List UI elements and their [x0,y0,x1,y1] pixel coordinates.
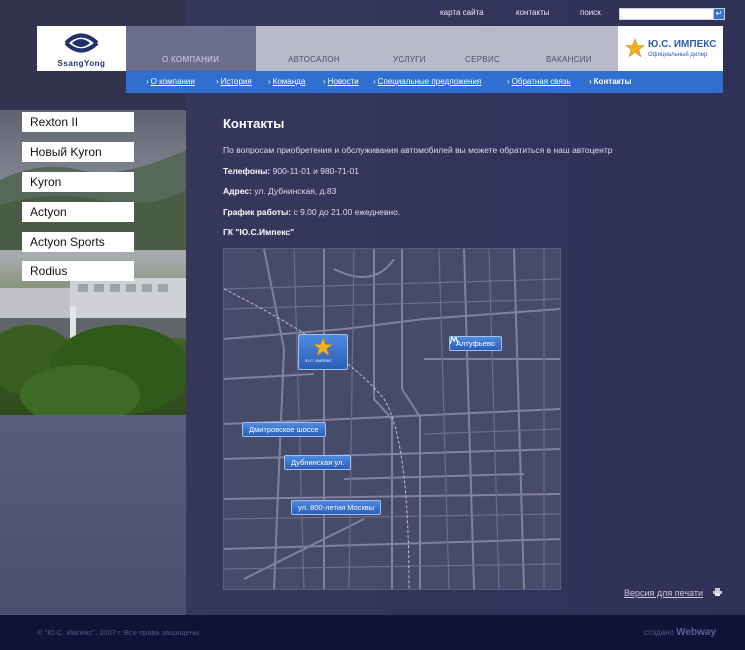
phones-label: Телефоны: [223,166,271,176]
nav-services[interactable]: УСЛУГИ [393,55,426,64]
model-actyon-sports[interactable]: Actyon Sports [22,232,134,252]
contacts-link[interactable]: контакты [516,8,549,17]
nav-jobs[interactable]: ВАКАНСИИ [546,55,592,64]
printer-icon[interactable] [713,588,722,596]
main-nav-active-bg [126,26,256,71]
phones-value: 900-11-01 и 980-71-01 [270,166,359,176]
impex-subtitle: Официальный дилер [648,52,708,58]
company-line: ГК "Ю.С.Импекс" [223,227,294,237]
left-bottom-panel [0,415,186,615]
search-input[interactable] [619,8,715,20]
ssangyong-emblem-icon [64,33,99,53]
model-rodius[interactable]: Rodius [22,261,134,281]
address-label: Адрес: [223,186,252,196]
print-version-link[interactable]: Версия для печати [624,588,703,598]
subnav-team[interactable]: Команда [268,77,306,86]
made-by-brand: Webway [676,627,717,638]
subnav-about[interactable]: О компании [146,77,195,86]
made-by-prefix: создано [644,628,674,637]
sitemap-link[interactable]: карта сайта [440,8,484,17]
made-by-link[interactable]: создано Webway [644,627,716,638]
office-marker[interactable]: Ю.С. ИМПЕКС [298,334,348,370]
copyright-text: © "Ю.С. Импекс", 2007 г. Все права защищ… [37,628,200,637]
hours-line: График работы: с 9.00 до 21.00 ежедневно… [223,207,400,217]
hours-value: с 9.00 до 21.00 ежедневно. [291,207,401,217]
metro-marker[interactable]: Алтуфьево [449,336,502,351]
ssangyong-logo[interactable]: SsangYong [37,26,126,71]
address-line: Адрес: ул. Дубнинская, д.83 [223,186,336,196]
office-marker-label: Ю.С. ИМПЕКС [305,358,333,363]
model-rexton-ii[interactable]: Rexton II [22,112,134,132]
subnav-contacts[interactable]: Контакты [589,77,632,86]
nav-about[interactable]: О КОМПАНИИ [162,55,219,64]
subnav-feedback[interactable]: Обратная связь [507,77,571,86]
location-map[interactable]: Ю.С. ИМПЕКС Алтуфьево Дмитровское шоссе … [223,248,561,590]
company-name: ГК "Ю.С.Импекс" [223,227,295,237]
model-kyron[interactable]: Kyron [22,172,134,192]
search-submit-button[interactable]: ↵ [713,8,725,20]
star-icon [313,337,333,357]
street-marker-dmitrovskoe[interactable]: Дмитровское шоссе [242,422,326,437]
map-roads [224,249,560,589]
metro-label: Алтуфьево [456,339,495,348]
subnav-special-offers[interactable]: Специальные предложения [373,77,482,86]
intro-text: По вопросам приобретения и обслуживания … [223,145,613,155]
model-new-kyron[interactable]: Новый Kyron [22,142,134,162]
page-title: Контакты [223,116,285,131]
logo-brand-text: SsangYong [57,59,106,68]
impex-logo[interactable]: Ю.С. ИМПЕКС Официальный дилер [618,26,723,71]
street-marker-dubninskaya[interactable]: Дубнинская ул. [284,455,352,470]
search-label: поиск [580,8,601,17]
impex-name: Ю.С. ИМПЕКС [648,39,717,50]
phones-line: Телефоны: 900-11-01 и 980-71-01 [223,166,359,176]
star-icon [625,38,645,58]
street-marker-800-letiya[interactable]: ул. 800-летия Москвы [291,500,382,515]
model-actyon[interactable]: Actyon [22,202,134,222]
nav-service[interactable]: СЕРВИС [465,55,500,64]
subnav-history[interactable]: История [216,77,252,86]
subnav-news[interactable]: Новости [323,77,359,86]
nav-salon[interactable]: АВТОСАЛОН [288,55,340,64]
address-value: ул. Дубнинская, д.83 [251,186,337,196]
hours-label: График работы: [223,207,292,217]
metro-icon [450,337,458,344]
